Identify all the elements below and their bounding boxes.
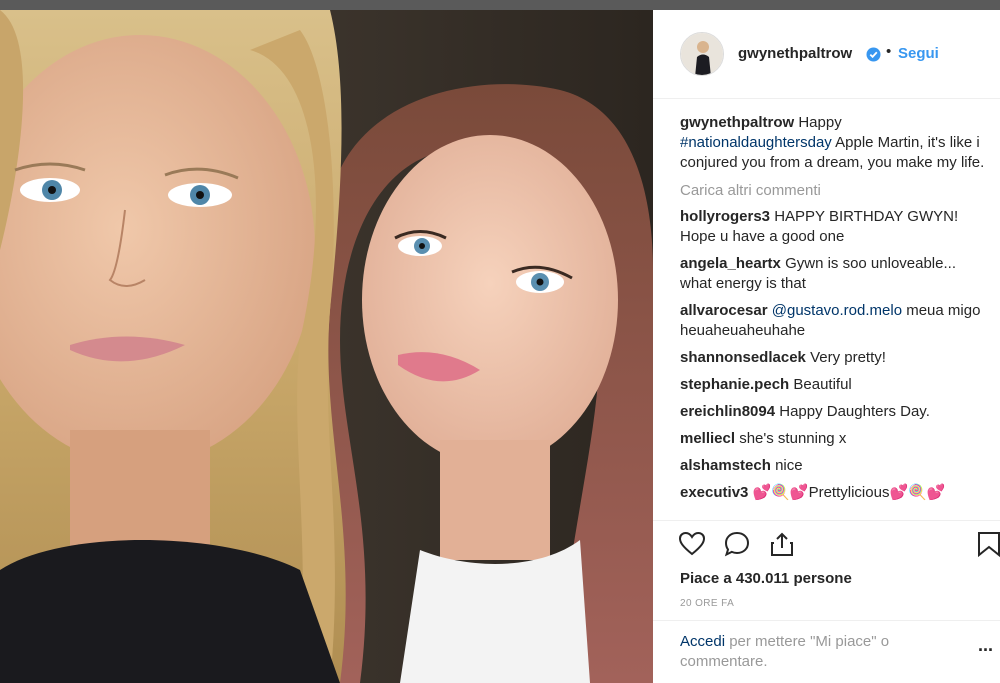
- verified-badge-icon: [866, 47, 881, 62]
- comment-icon[interactable]: [723, 530, 751, 558]
- post-timestamp: 20 ORE FA: [680, 598, 735, 609]
- comment-username[interactable]: hollyrogers3: [680, 208, 770, 225]
- post-image: [0, 10, 653, 683]
- post-side-panel: gwynethpaltrow • Segui gwynethpaltrow Ha…: [653, 10, 1000, 683]
- heart-icon[interactable]: [678, 530, 706, 558]
- separator-dot: •: [886, 43, 892, 60]
- actions-divider: [653, 520, 1000, 521]
- username-link[interactable]: gwynethpaltrow: [738, 45, 852, 62]
- comment-item: executiv3 💕🍭💕Prettylicious💕🍭💕: [680, 483, 990, 503]
- comment-item: allvarocesar @gustavo.rod.melo meua migo…: [680, 301, 990, 341]
- comment-username[interactable]: ereichlin8094: [680, 403, 775, 420]
- post-caption: gwynethpaltrow Happy #nationaldaughtersd…: [680, 113, 990, 173]
- comment-mention-link[interactable]: @gustavo.rod.melo: [772, 302, 902, 319]
- comment-text: Very pretty!: [810, 349, 886, 366]
- comment-text: 💕🍭💕Prettylicious💕🍭💕: [752, 484, 946, 501]
- comment-username[interactable]: angela_heartx: [680, 255, 781, 272]
- post-photo[interactable]: [0, 10, 653, 683]
- comment-username[interactable]: alshamstech: [680, 457, 771, 474]
- comment-item: stephanie.pech Beautiful: [680, 375, 990, 395]
- caption-username[interactable]: gwynethpaltrow: [680, 114, 794, 131]
- footer-divider: [653, 620, 1000, 621]
- comment-item: shannonsedlacek Very pretty!: [680, 348, 990, 368]
- comment-username[interactable]: executiv3: [680, 484, 748, 501]
- comment-username[interactable]: stephanie.pech: [680, 376, 789, 393]
- login-link[interactable]: Accedi: [680, 633, 725, 650]
- load-more-comments-link[interactable]: Carica altri commenti: [680, 181, 990, 201]
- comments-list[interactable]: gwynethpaltrow Happy #nationaldaughtersd…: [680, 113, 990, 520]
- bookmark-icon[interactable]: [975, 530, 1000, 558]
- comment-item: hollyrogers3 HAPPY BIRTHDAY GWYN! Hope u…: [680, 207, 990, 247]
- more-options-button[interactable]: ...: [978, 635, 993, 656]
- comment-text: she's stunning x: [739, 430, 847, 447]
- comment-item: melliecl she's stunning x: [680, 429, 990, 449]
- window-top-bar: [0, 0, 1000, 10]
- comment-item: alshamstech nice: [680, 456, 990, 476]
- comment-item: angela_heartx Gywn is soo unloveable... …: [680, 254, 990, 294]
- login-prompt: Accedi per mettere "Mi piace" o commenta…: [680, 632, 950, 672]
- hashtag-link[interactable]: #nationaldaughtersday: [680, 134, 832, 151]
- likes-count[interactable]: Piace a 430.011 persone: [680, 570, 852, 587]
- comment-text: Beautiful: [793, 376, 852, 393]
- post-header: gwynethpaltrow • Segui: [653, 10, 1000, 99]
- avatar[interactable]: [680, 32, 724, 76]
- comment-text: Happy Daughters Day.: [779, 403, 930, 420]
- share-icon[interactable]: [768, 530, 796, 558]
- follow-button[interactable]: Segui: [898, 45, 939, 62]
- comment-username[interactable]: melliecl: [680, 430, 735, 447]
- comment-item: ereichlin8094 Happy Daughters Day.: [680, 402, 990, 422]
- comment-username[interactable]: shannonsedlacek: [680, 349, 806, 366]
- comment-username[interactable]: allvarocesar: [680, 302, 768, 319]
- caption-text-pre: Happy: [798, 114, 842, 131]
- comment-text: nice: [775, 457, 803, 474]
